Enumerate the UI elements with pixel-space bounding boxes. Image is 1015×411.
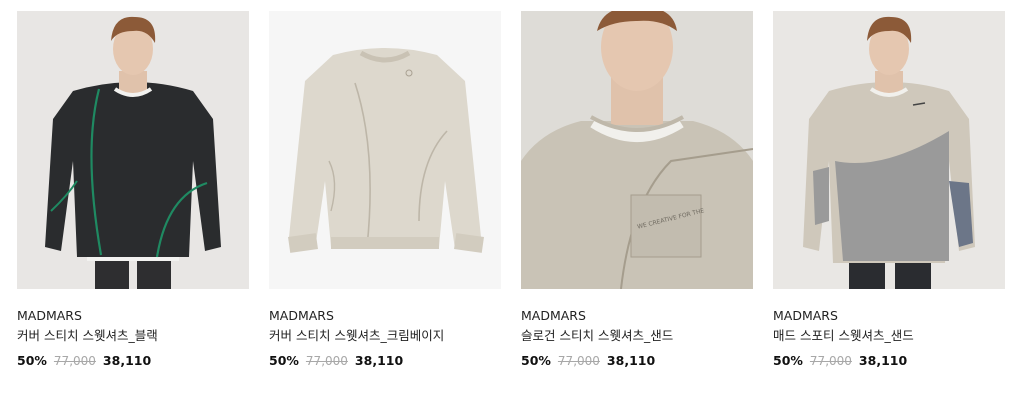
- discount-rate: 50%: [17, 353, 47, 368]
- product-price: 50% 77,000 38,110: [521, 353, 655, 368]
- product-brand[interactable]: MADMARS: [521, 308, 586, 323]
- model-black-sweatshirt-photo: [17, 11, 249, 289]
- product-image[interactable]: WE CREATIVE FOR THE: [521, 11, 753, 289]
- product-name[interactable]: 매드 스포티 스웻셔츠_샌드: [773, 325, 914, 344]
- product-name[interactable]: 커버 스티치 스웻셔츠_블랙: [17, 325, 158, 344]
- model-sand-sporty-sweatshirt-photo: [773, 11, 1005, 289]
- product-price: 50% 77,000 38,110: [17, 353, 151, 368]
- discount-rate: 50%: [773, 353, 803, 368]
- product-brand[interactable]: MADMARS: [773, 308, 838, 323]
- product-image[interactable]: [269, 11, 501, 289]
- original-price: 77,000: [53, 354, 96, 368]
- product-name[interactable]: 슬로건 스티치 스웻셔츠_샌드: [521, 325, 673, 344]
- sale-price: 38,110: [354, 353, 404, 368]
- discount-rate: 50%: [521, 353, 551, 368]
- original-price: 77,000: [809, 354, 852, 368]
- product-image[interactable]: [17, 11, 249, 289]
- original-price: 77,000: [305, 354, 348, 368]
- sale-price: 38,110: [102, 353, 152, 368]
- product-price: 50% 77,000 38,110: [773, 353, 907, 368]
- flat-cream-beige-sweatshirt-photo: [269, 11, 501, 289]
- original-price: 77,000: [557, 354, 600, 368]
- product-image[interactable]: [773, 11, 1005, 289]
- discount-rate: 50%: [269, 353, 299, 368]
- product-brand[interactable]: MADMARS: [17, 308, 82, 323]
- product-price: 50% 77,000 38,110: [269, 353, 403, 368]
- sale-price: 38,110: [606, 353, 656, 368]
- product-brand[interactable]: MADMARS: [269, 308, 334, 323]
- closeup-sand-sweatshirt-photo: WE CREATIVE FOR THE: [521, 11, 753, 289]
- product-grid: MADMARS 커버 스티치 스웻셔츠_블랙 50% 77,000 38,110: [0, 0, 1015, 411]
- product-name[interactable]: 커버 스티치 스웻셔츠_크림베이지: [269, 325, 444, 344]
- sale-price: 38,110: [858, 353, 908, 368]
